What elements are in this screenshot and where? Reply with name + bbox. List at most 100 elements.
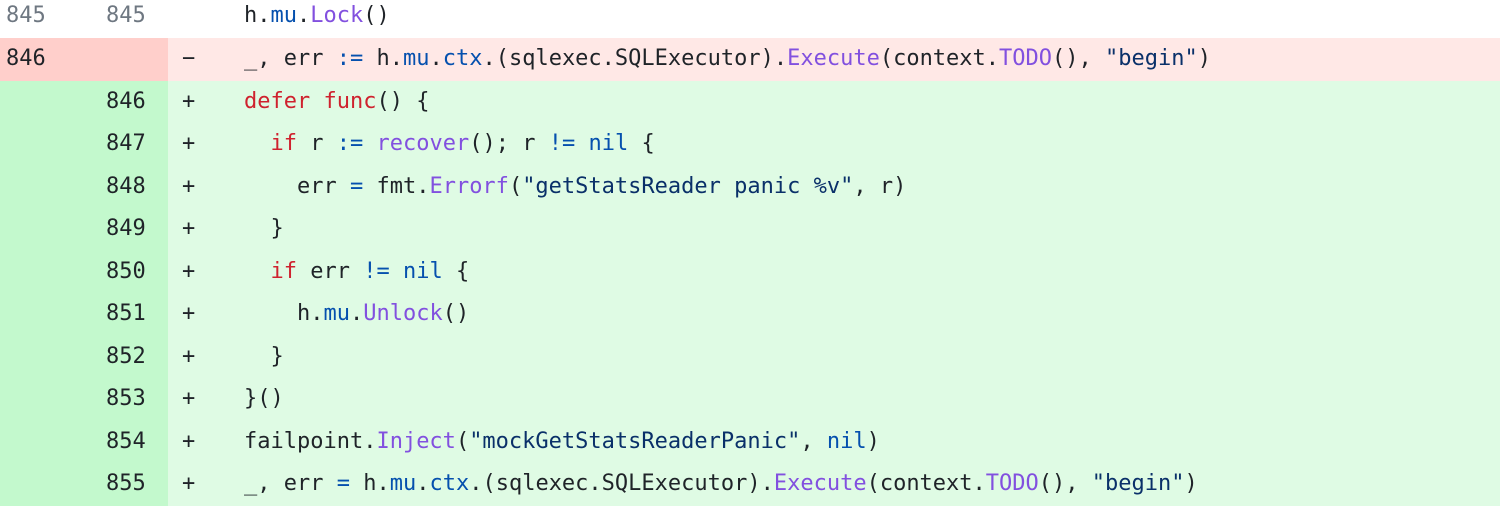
old-line-number[interactable] [0, 123, 84, 166]
code-token: mu [389, 471, 417, 496]
code-token: if [270, 131, 298, 156]
code-token: () [442, 301, 470, 326]
diff-marker [168, 0, 244, 38]
old-line-number[interactable]: 845 [0, 0, 84, 38]
code-token: "getStatsReader panic %v" [522, 173, 854, 199]
old-line-number[interactable] [0, 208, 84, 251]
new-line-number[interactable] [84, 38, 168, 81]
code-token: { [442, 258, 470, 284]
old-line-number[interactable] [0, 378, 84, 421]
code-token: nil [588, 131, 629, 156]
new-line-number[interactable]: 846 [84, 80, 168, 123]
code-line: _, err = h.mu.ctx.(sqlexec.SQLExecutor).… [244, 463, 1500, 506]
diff-marker: + [168, 208, 244, 251]
diff-line-add: 848 + err = fmt.Errorf("getStatsReader pa… [0, 165, 1500, 208]
diff-marker: + [168, 250, 244, 293]
code-line: _, err := h.mu.ctx.(sqlexec.SQLExecutor)… [244, 38, 1500, 81]
code-token: (); r [469, 131, 549, 156]
code-line: }() [244, 378, 1500, 421]
new-line-number[interactable]: 852 [84, 335, 168, 378]
code-token: ) [866, 428, 880, 454]
code-token: (context. [879, 46, 1000, 71]
old-line-number[interactable] [0, 335, 84, 378]
code-token: TODO [999, 46, 1053, 71]
code-token: nil [826, 428, 867, 454]
diff-marker: + [168, 378, 244, 421]
code-token: . [349, 301, 364, 326]
diff-line-add: 853 +}() [0, 378, 1500, 421]
code-line: failpoint.Inject("mockGetStatsReaderPani… [244, 420, 1500, 463]
diff-marker: + [168, 80, 244, 123]
code-token: Inject [376, 428, 456, 454]
code-line: } [244, 208, 1500, 251]
code-token: != [363, 258, 390, 284]
diff-marker: + [168, 165, 244, 208]
code-line: err = fmt.Errorf("getStatsReader panic %… [244, 165, 1500, 208]
code-token: .(sqlexec.SQLExecutor). [482, 46, 788, 71]
old-line-number[interactable] [0, 420, 84, 463]
code-token: (), [1052, 46, 1106, 71]
code-token: mu [270, 3, 298, 28]
code-token: } [244, 216, 284, 241]
old-line-number[interactable] [0, 165, 84, 208]
diff-line-add: 846 + defer func() { [0, 80, 1500, 123]
code-line: if err != nil { [244, 250, 1500, 293]
code-token: fmt. [363, 173, 430, 199]
new-line-number[interactable]: 849 [84, 208, 168, 251]
old-line-number[interactable] [0, 293, 84, 336]
code-token: := [336, 46, 364, 71]
code-token: Execute [773, 471, 867, 496]
code-token: ( [508, 173, 523, 199]
code-token: recover [376, 131, 470, 156]
new-line-number[interactable]: 845 [84, 0, 168, 38]
code-token: . [429, 46, 443, 71]
diff-line-ctx: 845 845 h.mu.Lock() [0, 0, 1500, 38]
code-token: Execute [787, 46, 880, 71]
diff-line-del: 846 − _, err := h.mu.ctx.(sqlexec.SQLExecu… [0, 38, 1500, 81]
new-line-number[interactable]: 853 [84, 378, 168, 421]
new-line-number[interactable]: 855 [84, 463, 168, 506]
code-token: h. [363, 46, 403, 71]
code-token: h. [349, 471, 390, 496]
code-token: nil [402, 258, 443, 284]
new-line-number[interactable]: 850 [84, 250, 168, 293]
code-token: func [323, 88, 377, 114]
code-token: Lock [310, 3, 364, 28]
code-token: () [363, 3, 390, 28]
code-line: } [244, 335, 1500, 378]
code-line: defer func() { [244, 80, 1500, 123]
diff-line-add: 855 + _, err = h.mu.ctx.(sqlexec.SQLExecut… [0, 463, 1500, 506]
code-token: Errorf [429, 173, 509, 199]
code-token: err [244, 173, 350, 199]
code-line: if r := recover(); r != nil { [244, 123, 1500, 166]
old-line-number[interactable] [0, 80, 84, 123]
code-token: Unlock [363, 301, 443, 326]
new-line-number[interactable]: 848 [84, 165, 168, 208]
new-line-number[interactable]: 851 [84, 293, 168, 336]
code-token: { [628, 131, 655, 156]
diff-table: 845 845 h.mu.Lock() 846− _, err := h.mu.ctx.… [0, 0, 1500, 506]
diff-marker: + [168, 463, 244, 506]
code-token: r [297, 131, 337, 156]
diff-line-add: 854 + failpoint.Inject("mockGetStatsReader… [0, 420, 1500, 463]
code-token: , r) [853, 173, 907, 199]
code-token: . [416, 471, 430, 496]
new-line-number[interactable]: 854 [84, 420, 168, 463]
code-token: if [270, 258, 298, 284]
diff-marker: − [168, 38, 244, 81]
old-line-number[interactable] [0, 463, 84, 506]
old-line-number[interactable]: 846 [0, 38, 84, 81]
old-line-number[interactable] [0, 250, 84, 293]
diff-marker: + [168, 420, 244, 463]
code-token: ctx [429, 471, 470, 496]
new-line-number[interactable]: 847 [84, 123, 168, 166]
code-token: = [349, 173, 364, 199]
diff-marker: + [168, 123, 244, 166]
code-line: h.mu.Unlock() [244, 293, 1500, 336]
code-token: mu [402, 46, 430, 71]
